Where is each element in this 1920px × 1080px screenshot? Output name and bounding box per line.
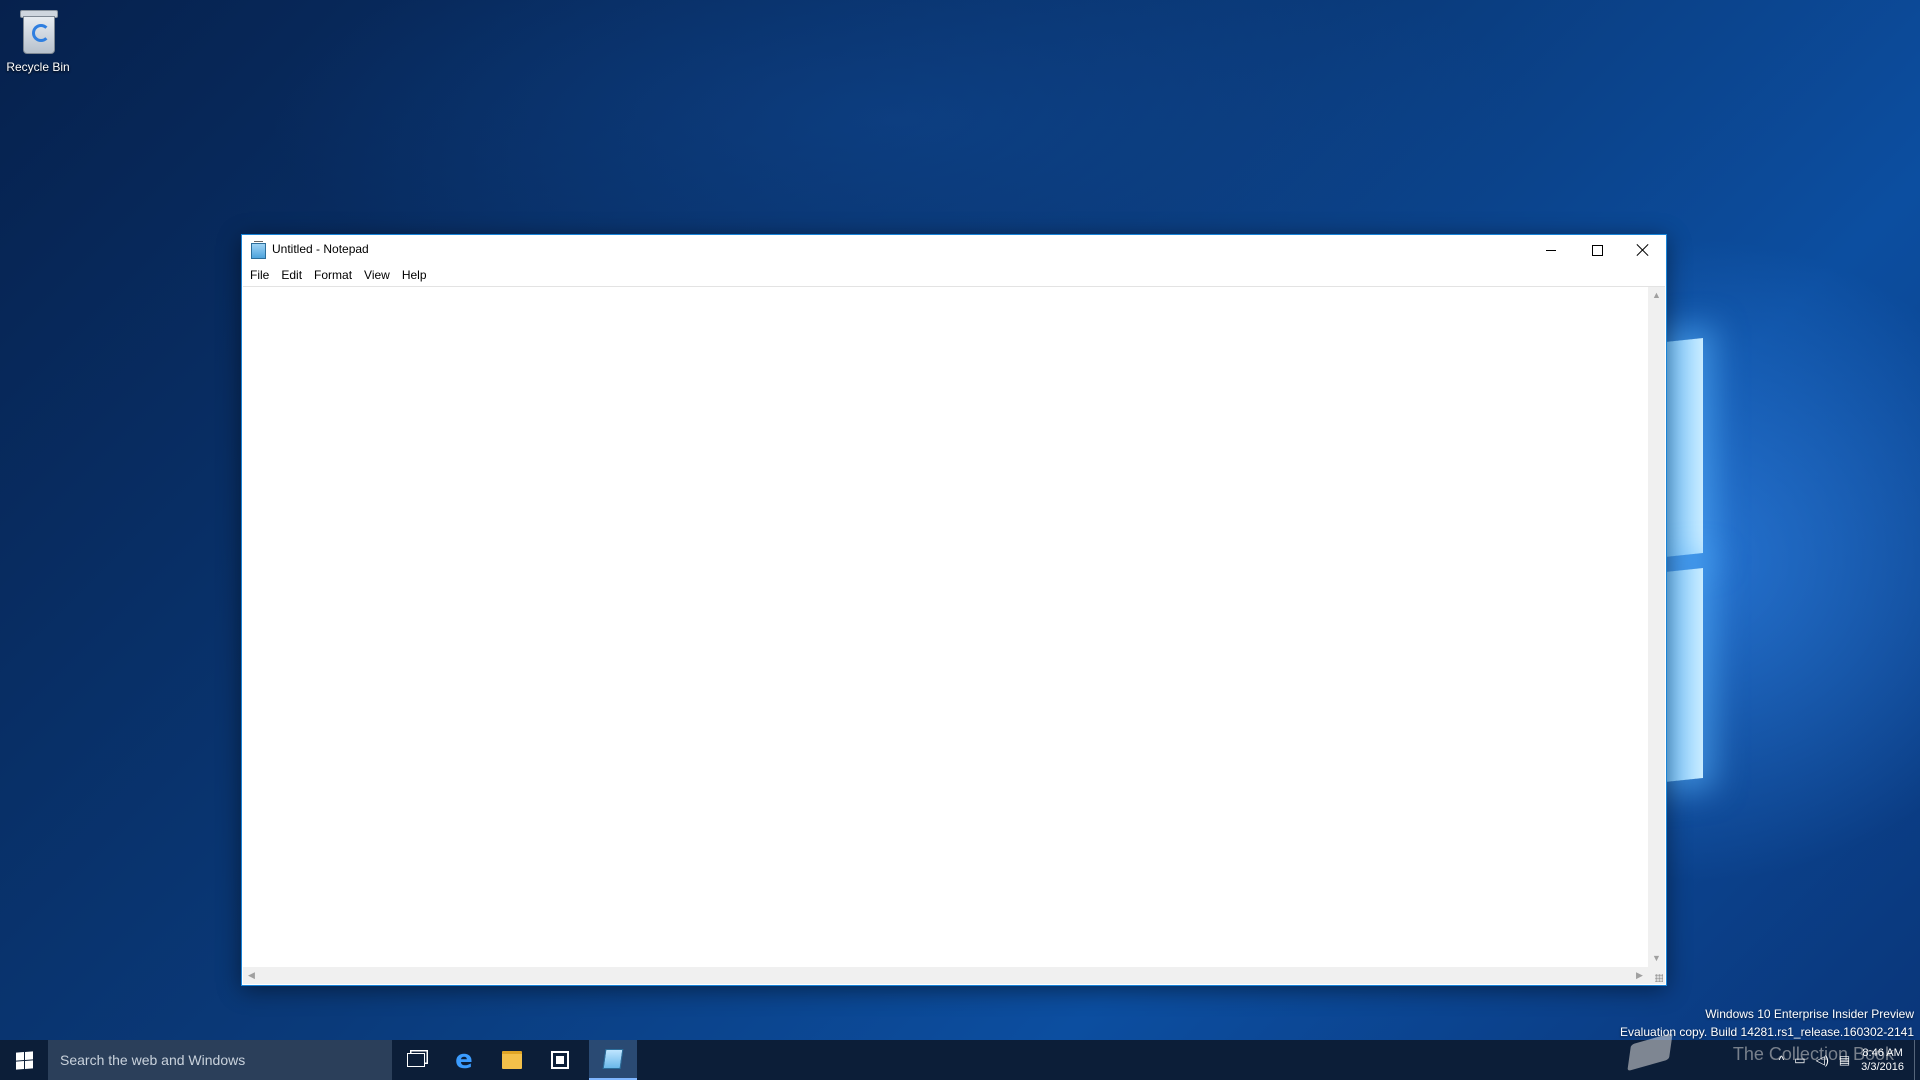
task-view-button[interactable]: [392, 1040, 440, 1080]
menu-view[interactable]: View: [358, 265, 396, 285]
menu-edit[interactable]: Edit: [275, 265, 308, 285]
action-center-icon[interactable]: ▤: [1839, 1053, 1850, 1067]
maximize-button[interactable]: [1574, 235, 1620, 265]
search-input[interactable]: Search the web and Windows: [48, 1040, 392, 1080]
size-grip[interactable]: [1648, 967, 1665, 984]
network-icon[interactable]: ▭: [1794, 1053, 1805, 1067]
scroll-up-icon[interactable]: ▲: [1648, 287, 1665, 304]
start-button[interactable]: [0, 1040, 48, 1080]
volume-icon[interactable]: ◁): [1816, 1053, 1829, 1067]
window-title: Untitled - Notepad: [272, 242, 369, 256]
maximize-icon: [1591, 244, 1603, 256]
desktop-icon-label: Recycle Bin: [6, 60, 70, 74]
recycle-bin-icon: [18, 8, 58, 54]
store-button[interactable]: [536, 1040, 584, 1080]
clock[interactable]: 8:46 AM 3/3/2016: [1855, 1046, 1914, 1074]
file-explorer-button[interactable]: [488, 1040, 536, 1080]
notepad-icon: [602, 1049, 624, 1069]
edge-icon: e: [455, 1045, 473, 1075]
minimize-button[interactable]: [1528, 235, 1574, 265]
scroll-down-icon[interactable]: ▼: [1648, 950, 1665, 967]
clock-time: 8:46 AM: [1862, 1047, 1903, 1059]
task-view-icon: [407, 1053, 425, 1067]
minimize-icon: [1546, 249, 1556, 251]
menu-bar: File Edit Format View Help: [242, 265, 1666, 285]
scroll-right-icon[interactable]: ▶: [1631, 967, 1648, 984]
watermark-line-1: Windows 10 Enterprise Insider Preview: [1705, 1007, 1914, 1021]
store-icon: [551, 1051, 569, 1069]
taskbar: Search the web and Windows e The Collect…: [0, 1032, 1920, 1080]
file-explorer-icon: [502, 1051, 522, 1069]
book-logo-icon: [1627, 1032, 1675, 1076]
horizontal-scrollbar[interactable]: ◀ ▶: [243, 967, 1648, 984]
scroll-left-icon[interactable]: ◀: [243, 967, 260, 984]
edge-button[interactable]: e: [440, 1040, 488, 1080]
system-tray: ^ ▭ ◁) ▤ 8:46 AM 3/3/2016: [1774, 1040, 1920, 1080]
menu-format[interactable]: Format: [308, 265, 358, 285]
desktop-icon-recycle-bin[interactable]: Recycle Bin: [6, 8, 70, 74]
show-hidden-icons-icon[interactable]: ^: [1779, 1053, 1785, 1067]
menu-help[interactable]: Help: [396, 265, 433, 285]
close-icon: [1637, 244, 1649, 256]
notepad-icon: [251, 241, 266, 259]
resize-grip-icon: [1655, 974, 1663, 982]
clock-date: 3/3/2016: [1861, 1061, 1904, 1073]
title-bar[interactable]: Untitled - Notepad: [242, 235, 1666, 265]
windows-start-icon: [15, 1050, 33, 1070]
menu-file[interactable]: File: [244, 265, 275, 285]
text-editor-area[interactable]: [243, 286, 1665, 984]
windows-logo-wallpaper: [1665, 330, 1705, 790]
show-desktop-button[interactable]: [1914, 1040, 1920, 1080]
close-button[interactable]: [1620, 235, 1666, 265]
vertical-scrollbar[interactable]: ▲ ▼: [1648, 287, 1665, 967]
notepad-window: Untitled - Notepad File Edit Format View…: [241, 234, 1667, 986]
notepad-taskbar-button[interactable]: [589, 1040, 637, 1080]
